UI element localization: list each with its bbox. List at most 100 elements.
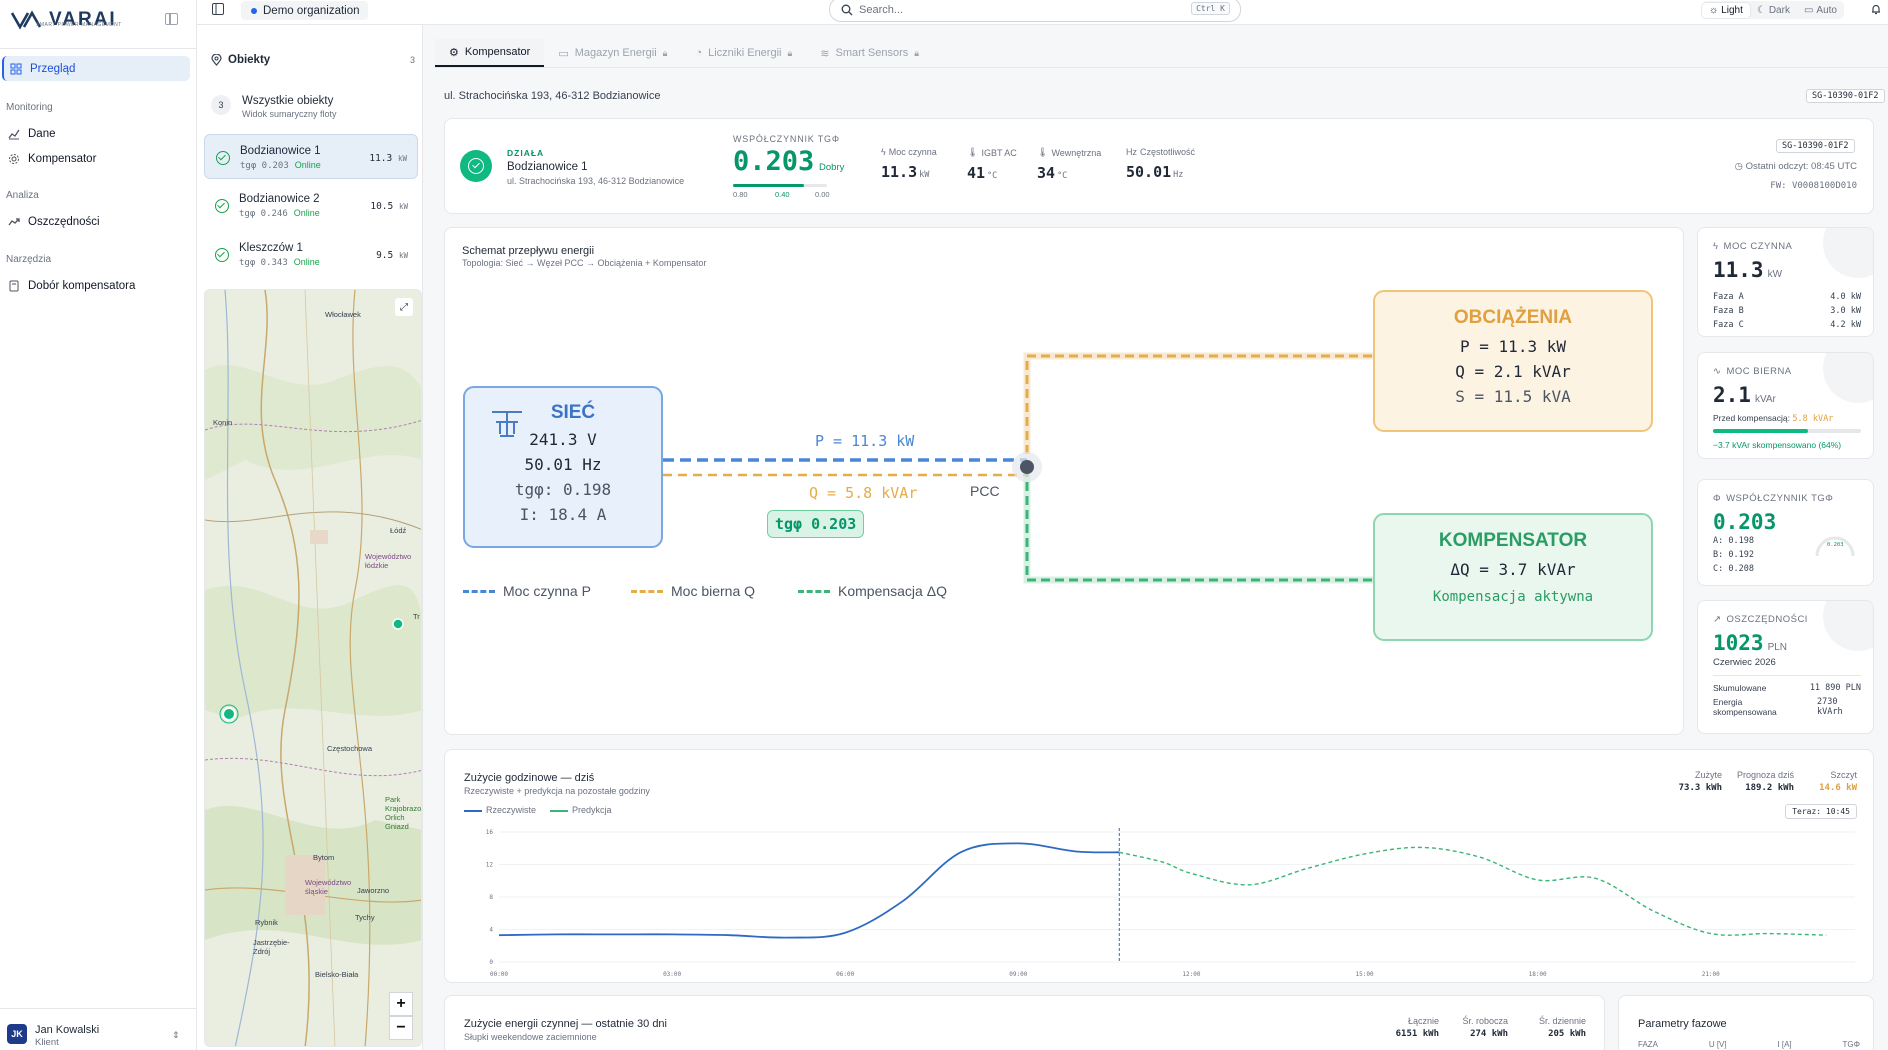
kpi-tg: Φ WSPÓŁCZYNNIK TGΦ 0.203 A: 0.198 B: 0.19… [1697, 479, 1874, 586]
tab-compensator[interactable]: ⚙ Kompensator [435, 39, 545, 67]
object-power: 11.3 kW [369, 153, 407, 164]
map-label: Bytom [313, 853, 335, 862]
theme-dark-button[interactable]: ☾ Dark [1750, 3, 1797, 18]
nav-item-compensator-selection[interactable]: Dobór kompensatora [2, 273, 190, 298]
kpi-reactive-power: ∿ MOC BIERNA 2.1 kVAr Przed kompensacją: 5… [1697, 352, 1874, 459]
zoom-in-button[interactable]: + [389, 992, 413, 1016]
metric-igbt-temp: 🌡︎ IGBT AC 41 °C [967, 147, 1017, 182]
map-label: Województwo łódzkie [365, 552, 412, 570]
map-pin-icon [211, 54, 222, 66]
device-serial: SG-10390-01F2 [1776, 139, 1855, 153]
phase-row: Faza A 4.0 kW [1713, 292, 1861, 302]
expand-icon[interactable]: ⤢ [395, 298, 413, 316]
pcc-label: PCC [970, 483, 1000, 499]
tg-gauge-value: 0.203 [1827, 542, 1844, 548]
tg-label: WSPÓŁCZYNNIK TGΦ [733, 134, 840, 144]
x-tick-label: 06:00 [836, 971, 854, 978]
nav-item-overview[interactable]: Przegląd [2, 56, 190, 81]
bolt-icon: ϟ [1713, 241, 1719, 252]
tg-phase-c: C: 0.208 [1713, 564, 1754, 574]
sun-icon: ☼ [1709, 4, 1719, 16]
clock-icon: ◷ [1734, 161, 1746, 172]
search-input[interactable]: Search... Ctrl K [829, 0, 1241, 22]
energy30-title: Zużycie energii czynnej — ostatnie 30 dn… [464, 1018, 667, 1030]
stat-daily-avg: Śr. dziennie 205 kWh [1538, 1016, 1586, 1039]
savings-period: Czerwiec 2026 [1713, 657, 1776, 668]
theme-auto-button[interactable]: ▭ Auto [1797, 3, 1844, 18]
nav-group-tools: Narzędzia [6, 254, 52, 265]
bell-icon[interactable] [1870, 3, 1882, 15]
trending-up-icon [8, 217, 20, 225]
hourly-consumption-card: Zużycie godzinowe — dziś Rzeczywiste + p… [444, 749, 1874, 983]
y-tick-label: 0 [489, 959, 493, 966]
hourly-chart: 0 4 8 12 16 00:00 03:00 06:00 09:00 12:00 15:00 18:… [486, 828, 1855, 978]
objects-title: Obiekty [228, 54, 271, 66]
phase-row: Faza C 4.2 kW [1713, 320, 1861, 330]
kpi-decoration [1823, 353, 1873, 403]
stat-total: Łącznie 6151 kWh [1395, 1016, 1439, 1039]
y-tick-label: 12 [486, 862, 494, 869]
tg-quality: Dobry [819, 162, 845, 173]
savings-row: Skumulowane 11 890 PLN [1713, 683, 1861, 693]
user-role: Klient [35, 1037, 59, 1048]
legend-swatch [631, 589, 663, 593]
reactive-power-label: Q = 5.8 kVAr [809, 484, 918, 502]
load-s: S = 11.5 kVA [1455, 387, 1571, 406]
user-menu[interactable]: JK Jan Kowalski Klient ⇕ [0, 1008, 197, 1050]
load-q: Q = 2.1 kVAr [1455, 362, 1571, 381]
nav-group-analysis: Analiza [6, 190, 39, 201]
object-item[interactable]: Bodzianowice 1 tgφ 0.203 Online 11.3 kW [204, 134, 418, 179]
tab-energy-meters[interactable]: ◔ Liczniki Energii 🔒︎ [681, 39, 806, 67]
legend-compensation: Kompensacja ΔQ [798, 583, 947, 599]
nav-item-label: Dobór kompensatora [28, 279, 136, 292]
y-tick-label: 4 [489, 927, 493, 934]
nav-item-compensator[interactable]: Kompensator [2, 146, 190, 171]
panel-toggle-icon[interactable] [212, 3, 224, 15]
zoom-out-button[interactable]: − [389, 1016, 413, 1040]
energy-flow-card: Schemat przepływu energii Topologia: Sie… [444, 227, 1684, 735]
compensator-dq: ΔQ = 3.7 kVAr [1450, 560, 1576, 579]
nav-item-data[interactable]: Dane [2, 121, 190, 146]
phase-row: Faza B 3.0 kW [1713, 306, 1861, 316]
load-p: P = 11.3 kW [1460, 337, 1566, 356]
grid-node[interactable]: SIEĆ 241.3 V 50.01 Hz tgφ: 0.198 I: 18.4… [463, 386, 663, 548]
object-meta: tgφ 0.343 Online [239, 257, 320, 268]
tg-value: 0.203 [733, 146, 815, 177]
status-card: DZIAŁA Bodzianowice 1 ul. Strachocińska … [444, 118, 1874, 214]
compensator-node[interactable]: KOMPENSATOR ΔQ = 3.7 kVAr Kompensacja ak… [1373, 513, 1653, 641]
tg-badge: tgφ 0.203 [767, 510, 865, 538]
map-label: Park Krajobrazowy Orlich Gniazd [385, 795, 422, 831]
object-item[interactable]: Bodzianowice 2 tgφ 0.246 Online 10.5 kW [204, 183, 418, 228]
tg-scale-min: 0.80 [733, 190, 748, 199]
y-tick-label: 16 [486, 829, 494, 836]
grid-current: I: 18.4 A [519, 505, 607, 524]
energy30-subtitle: Słupki weekendowe zaciemnione [464, 1032, 597, 1042]
kpi-decoration [1823, 228, 1873, 278]
load-node[interactable]: OBCIĄŻENIA P = 11.3 kW Q = 2.1 kVAr S = … [1373, 290, 1653, 432]
nav-item-label: Kompensator [28, 152, 97, 165]
org-switcher[interactable]: Demo organization [241, 1, 368, 20]
tg-scale-mid: 0.40 [775, 190, 790, 199]
load-line [1025, 354, 1375, 454]
kpi-savings: ↗ OSZCZĘDNOŚCI 1023 PLN Czerwiec 2026 Skum… [1697, 600, 1874, 734]
sidebar-divider [0, 48, 196, 49]
map-label: Województwo śląskie [305, 878, 352, 896]
tg-progress [733, 184, 827, 187]
x-tick-label: 03:00 [663, 971, 681, 978]
sidebar-collapse-icon[interactable] [165, 13, 178, 25]
objects-map[interactable]: Włocławek Konin Łódź Częstochowa Bytom J… [204, 289, 422, 1047]
phi-icon: Φ [1713, 493, 1722, 504]
gear-icon: ⚙ [449, 46, 459, 59]
x-tick-label: 21:00 [1702, 971, 1720, 978]
compensator-state: Kompensacja aktywna [1432, 589, 1594, 605]
grid-tg: tgφ: 0.198 [514, 480, 612, 499]
device-serial: SG-10390-01F2 [1806, 89, 1885, 103]
nav-item-savings[interactable]: Oszczędności [2, 209, 190, 234]
org-dot-icon [251, 7, 257, 14]
object-item[interactable]: Kleszczów 1 tgφ 0.343 Online 9.5 kW [204, 232, 418, 277]
tab-energy-storage[interactable]: ▭ Magazyn Energii 🔒︎ [544, 39, 681, 67]
map-label: Konin [213, 418, 233, 427]
tab-smart-sensors[interactable]: ≋ Smart Sensors 🔒︎ [806, 39, 933, 67]
theme-light-button[interactable]: ☼ Light [1702, 2, 1750, 18]
check-circle-icon [460, 150, 492, 182]
